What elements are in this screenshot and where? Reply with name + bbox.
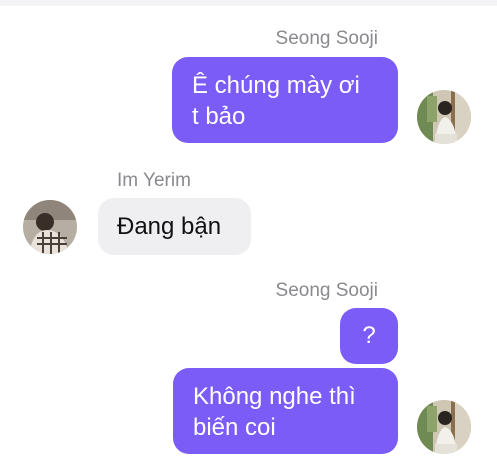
sender-name-seong-sooji: Seong Sooji (275, 28, 378, 49)
message-text-line: Ê chúng mày ơi (192, 72, 360, 99)
message-text-line: t bảo (192, 103, 246, 130)
sooji-avatar-icon[interactable] (417, 400, 471, 454)
message-text-line: Đang bận (117, 213, 222, 240)
message-text-line: Không nghe thì (193, 383, 356, 410)
message-bubble-outgoing[interactable]: ? (340, 308, 398, 364)
sender-name-im-yerim: Im Yerim (117, 170, 191, 191)
message-bubble-incoming[interactable]: Đang bận (98, 198, 251, 255)
message-bubble-outgoing[interactable]: Không nghe thì biến coi (173, 368, 398, 454)
yerim-avatar-icon[interactable] (23, 200, 77, 254)
message-bubble-outgoing[interactable]: Ê chúng mày ơi t bảo (172, 57, 398, 143)
message-text-line: biến coi (193, 414, 276, 441)
sender-name-seong-sooji: Seong Sooji (275, 280, 378, 301)
sooji-avatar-icon[interactable] (417, 90, 471, 144)
message-text-line: ? (362, 322, 376, 349)
top-edge-strip (0, 0, 497, 6)
